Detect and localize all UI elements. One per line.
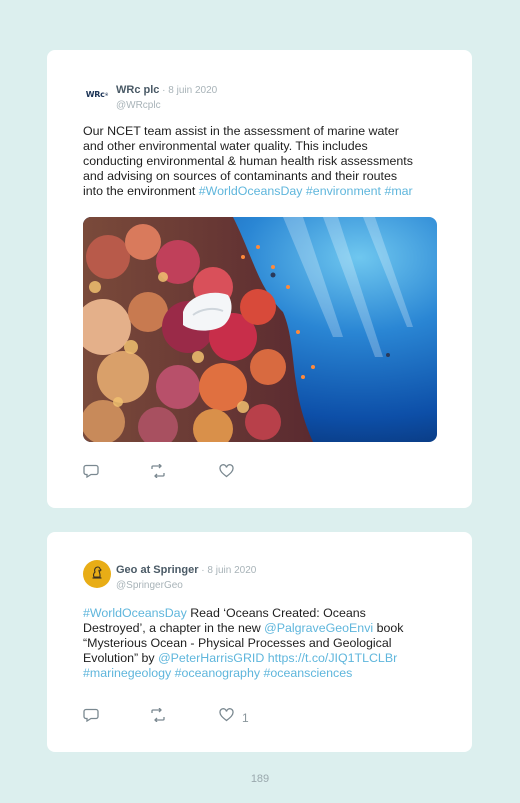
tweet-text-line: #WorldOceansDay Read ‘Oceans Created: Oc…: [83, 606, 443, 621]
avatar-logo-text: WRc: [85, 89, 105, 99]
tweet-link[interactable]: #WorldOceansDay: [83, 606, 187, 620]
retweet-button[interactable]: [150, 707, 166, 727]
tweet-text: #WorldOceansDay Read ‘Oceans Created: Oc…: [83, 606, 443, 681]
tweet-text-line: into the environment #WorldOceansDay #en…: [83, 184, 443, 199]
like-button[interactable]: [219, 464, 242, 483]
retweet-icon: [150, 463, 166, 483]
tweet-text-line: Our NCET team assist in the assessment o…: [83, 124, 443, 139]
tweet-text: Our NCET team assist in the assessment o…: [83, 124, 443, 199]
tweet-text-segment: and advising on sources of contaminants …: [83, 169, 398, 183]
tweet-actions: [83, 463, 283, 483]
tweet-author-block: Geo at Springer · 8 juin 2020 @SpringerG…: [116, 560, 256, 591]
reply-button[interactable]: [83, 464, 99, 483]
tweet-actions: 1: [83, 707, 283, 727]
reply-icon: [83, 708, 99, 727]
separator: ·: [159, 85, 169, 96]
avatar[interactable]: [83, 560, 111, 588]
tweet-header: WRc ® WRc plc · 8 juin 2020 @WRcplc: [83, 80, 452, 111]
tweet-link[interactable]: @PeterHarrisGRID: [158, 651, 264, 665]
tweet-text-line: Destroyed’, a chapter in the new @Palgra…: [83, 621, 443, 636]
tweet-text-line: and other environmental water quality. T…: [83, 139, 443, 154]
tweet-text-line: and advising on sources of contaminants …: [83, 169, 443, 184]
tweet-date[interactable]: 8 juin 2020: [168, 85, 217, 96]
springer-horse-logo-icon: [89, 564, 105, 585]
tweet-image[interactable]: [83, 217, 437, 442]
heart-icon: [219, 464, 234, 483]
tweet-link[interactable]: #marinegeology #oceanography #oceanscien…: [83, 666, 352, 680]
tweet-card: Geo at Springer · 8 juin 2020 @SpringerG…: [47, 532, 472, 752]
tweet-text-line: Evolution” by @PeterHarrisGRID https://t…: [83, 651, 443, 666]
tweet-author-block: WRc plc · 8 juin 2020 @WRcplc: [116, 80, 217, 111]
like-count: 1: [242, 710, 249, 725]
avatar[interactable]: WRc ®: [83, 80, 111, 108]
tweet-link[interactable]: https://t.co/JIQ1TLCLBr: [268, 651, 397, 665]
tweet-text-line: conducting environmental & human health …: [83, 154, 443, 169]
retweet-icon: [150, 707, 166, 727]
tweet-link[interactable]: @PalgraveGeoEnvi: [264, 621, 373, 635]
tweet-text-segment: “Mysterious Ocean - Physical Processes a…: [83, 636, 392, 650]
tweet-text-segment: Destroyed’, a chapter in the new: [83, 621, 265, 635]
tweet-text-segment: Read ‘Oceans Created: Oceans: [186, 606, 366, 620]
tweet-link[interactable]: #WorldOceansDay #environment #mar: [199, 184, 413, 198]
tweet-card: WRc ® WRc plc · 8 juin 2020 @WRcplc Our N…: [47, 50, 472, 508]
reply-button[interactable]: [83, 708, 99, 727]
reply-icon: [83, 464, 99, 483]
tweet-text-segment: Evolution” by: [83, 651, 159, 665]
like-button[interactable]: 1: [219, 708, 249, 727]
coral-reef-photo: [83, 217, 437, 442]
page-number: 189: [250, 773, 270, 785]
author-name[interactable]: WRc plc: [116, 84, 159, 96]
retweet-button[interactable]: [150, 463, 166, 483]
tweet-text-segment: Our NCET team assist in the assessment o…: [83, 124, 399, 138]
heart-icon: [219, 708, 234, 727]
tweet-text-line: “Mysterious Ocean - Physical Processes a…: [83, 636, 443, 651]
tweet-header: Geo at Springer · 8 juin 2020 @SpringerG…: [83, 560, 452, 591]
tweet-text-segment: book: [373, 621, 404, 635]
tweet-text-segment: and other environmental water quality. T…: [83, 139, 368, 153]
tweet-text-segment: into the environment: [83, 184, 199, 198]
author-name[interactable]: Geo at Springer: [116, 564, 199, 576]
tweet-date[interactable]: 8 juin 2020: [207, 565, 256, 576]
tweet-text-line: #marinegeology #oceanography #oceanscien…: [83, 666, 443, 681]
author-handle[interactable]: @SpringerGeo: [116, 580, 256, 591]
author-handle[interactable]: @WRcplc: [116, 100, 217, 111]
tweet-text-segment: conducting environmental & human health …: [83, 154, 413, 168]
